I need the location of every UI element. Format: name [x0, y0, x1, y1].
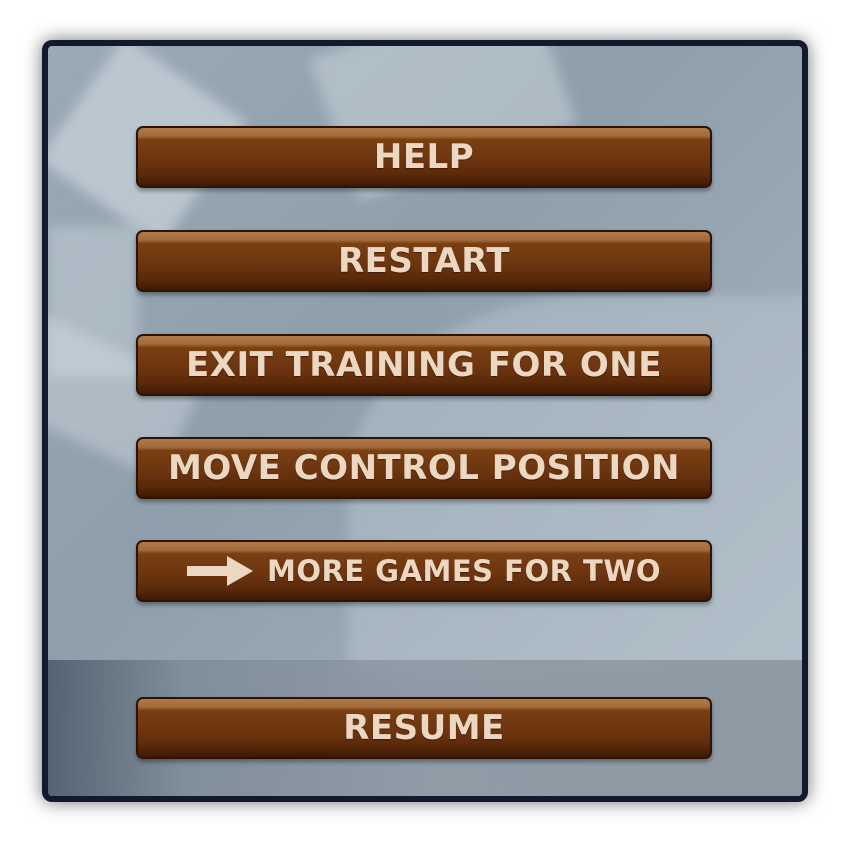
pause-menu-panel: HELP RESTART EXIT TRAINING FOR ONE MOVE … — [42, 40, 808, 802]
resume-button-label: RESUME — [343, 708, 505, 748]
more-games-button[interactable]: MORE GAMES FOR TWO — [136, 540, 712, 602]
restart-button[interactable]: RESTART — [136, 230, 712, 292]
help-button-label: HELP — [373, 137, 475, 177]
more-games-button-label: MORE GAMES FOR TWO — [267, 554, 661, 588]
exit-training-button-label: EXIT TRAINING FOR ONE — [186, 345, 662, 385]
arrow-right-icon — [187, 556, 254, 586]
restart-button-label: RESTART — [337, 241, 511, 281]
help-button[interactable]: HELP — [136, 126, 712, 188]
exit-training-button[interactable]: EXIT TRAINING FOR ONE — [136, 334, 712, 396]
move-control-position-button[interactable]: MOVE CONTROL POSITION — [136, 437, 712, 499]
resume-button[interactable]: RESUME — [136, 697, 712, 759]
move-control-position-button-label: MOVE CONTROL POSITION — [168, 448, 680, 488]
